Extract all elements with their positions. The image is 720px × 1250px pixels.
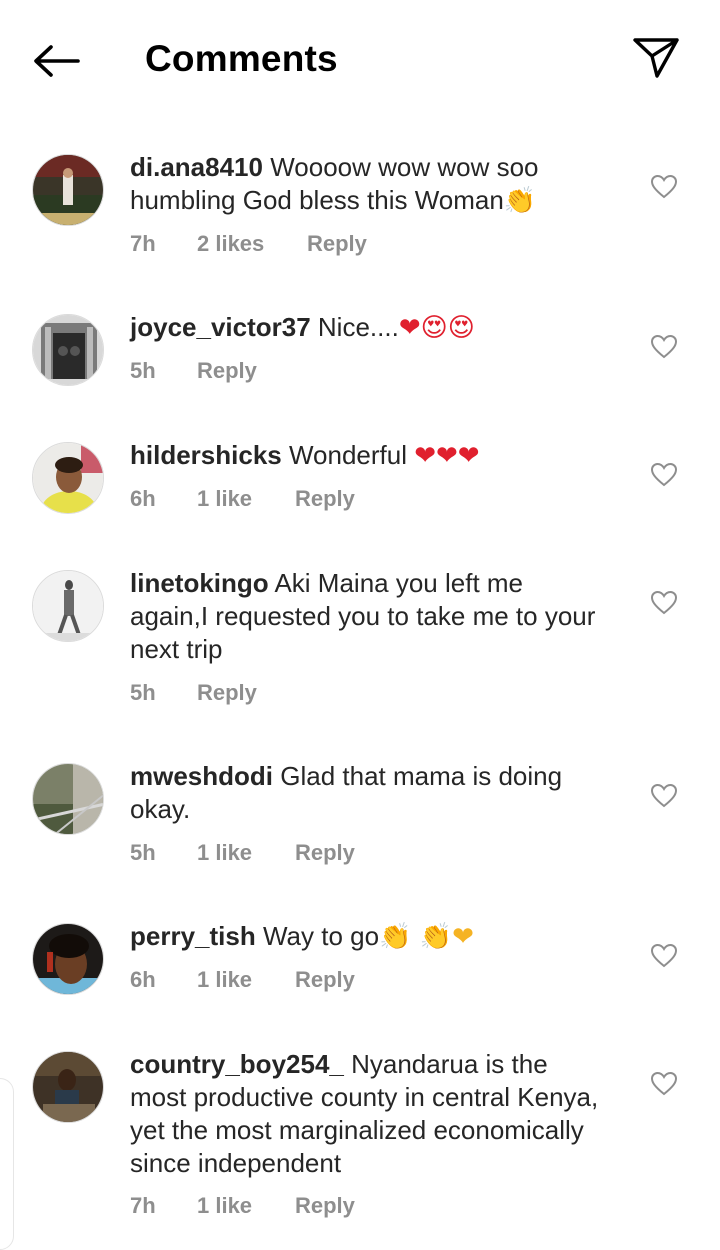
back-button[interactable] bbox=[28, 36, 84, 86]
comment-time: 6h bbox=[130, 967, 156, 992]
comment-likes[interactable]: 2 likes bbox=[197, 231, 307, 257]
reply-button[interactable]: Reply bbox=[295, 1193, 355, 1219]
share-button[interactable] bbox=[628, 32, 684, 84]
comment-likes[interactable]: 1 like bbox=[197, 840, 295, 866]
comment-likes[interactable]: 1 like bbox=[197, 967, 295, 993]
edge-handle[interactable] bbox=[0, 1078, 14, 1250]
like-heart-icon[interactable] bbox=[650, 590, 678, 616]
comment-time: 7h bbox=[130, 231, 156, 256]
comment-meta: 6h 1 like Reply bbox=[130, 967, 355, 993]
comments-header: Comments bbox=[0, 0, 720, 120]
comment-body: Nice.... bbox=[317, 312, 399, 342]
avatar[interactable] bbox=[32, 570, 104, 642]
comment-emoji: ❤😍😍 bbox=[398, 313, 475, 343]
comment-time: 5h bbox=[130, 680, 156, 705]
like-heart-icon[interactable] bbox=[650, 174, 678, 200]
comment-text: hildershicks Wonderful ❤❤❤ bbox=[130, 439, 600, 473]
avatar[interactable] bbox=[32, 442, 104, 514]
page-title: Comments bbox=[145, 38, 338, 79]
avatar[interactable] bbox=[32, 154, 104, 226]
avatar[interactable] bbox=[32, 763, 104, 835]
comment-text: country_boy254_ Nyandarua is the most pr… bbox=[130, 1048, 600, 1180]
comment-text: linetokingo Aki Maina you left me again,… bbox=[130, 567, 600, 666]
arrow-left-icon bbox=[34, 45, 80, 77]
reply-button[interactable]: Reply bbox=[295, 840, 355, 866]
comment-username[interactable]: hildershicks bbox=[130, 440, 282, 470]
reply-button[interactable]: Reply bbox=[197, 680, 257, 706]
avatar[interactable] bbox=[32, 314, 104, 386]
comment-username[interactable]: di.ana8410 bbox=[130, 152, 263, 182]
comment-username[interactable]: perry_tish bbox=[130, 921, 256, 951]
paper-plane-icon bbox=[633, 38, 679, 78]
comment-meta: 7h 2 likes Reply bbox=[130, 231, 367, 257]
comment-emoji: ❤❤❤ bbox=[414, 441, 480, 471]
comment-likes[interactable]: 1 like bbox=[197, 486, 295, 512]
avatar[interactable] bbox=[32, 923, 104, 995]
comment-meta: 5h Reply bbox=[130, 358, 257, 384]
comment-time: 5h bbox=[130, 358, 156, 383]
comment-body: Wonderful bbox=[288, 440, 407, 470]
reply-button[interactable]: Reply bbox=[307, 231, 367, 257]
like-heart-icon[interactable] bbox=[650, 334, 678, 360]
comment-meta: 5h Reply bbox=[130, 680, 257, 706]
comment-likes[interactable]: 1 like bbox=[197, 1193, 295, 1219]
reply-button[interactable]: Reply bbox=[197, 358, 257, 384]
like-heart-icon[interactable] bbox=[650, 943, 678, 969]
like-heart-icon[interactable] bbox=[650, 462, 678, 488]
comment-emoji: 👏 bbox=[503, 186, 537, 216]
comment-text: di.ana8410 Woooow wow wow soo humbling G… bbox=[130, 151, 600, 218]
like-heart-icon[interactable] bbox=[650, 1071, 678, 1097]
comment-text: perry_tish Way to go👏 👏❤ bbox=[130, 920, 600, 954]
avatar[interactable] bbox=[32, 1051, 104, 1123]
comment-username[interactable]: linetokingo bbox=[130, 568, 269, 598]
comment-meta: 7h 1 like Reply bbox=[130, 1193, 355, 1219]
reply-button[interactable]: Reply bbox=[295, 967, 355, 993]
comment-username[interactable]: country_boy254_ bbox=[130, 1049, 344, 1079]
comment-username[interactable]: mweshdodi bbox=[130, 761, 273, 791]
comment-meta: 6h 1 like Reply bbox=[130, 486, 355, 512]
comment-time: 5h bbox=[130, 840, 156, 865]
comment-text: joyce_victor37 Nice....❤😍😍 bbox=[130, 311, 600, 345]
reply-button[interactable]: Reply bbox=[295, 486, 355, 512]
comment-time: 7h bbox=[130, 1193, 156, 1218]
comment-emoji: 👏 👏❤ bbox=[379, 922, 474, 952]
comment-username[interactable]: joyce_victor37 bbox=[130, 312, 311, 342]
comment-time: 6h bbox=[130, 486, 156, 511]
comment-meta: 5h 1 like Reply bbox=[130, 840, 355, 866]
comment-text: mweshdodi Glad that mama is doing okay. bbox=[130, 760, 600, 826]
comment-body: Way to go bbox=[262, 921, 380, 951]
like-heart-icon[interactable] bbox=[650, 783, 678, 809]
